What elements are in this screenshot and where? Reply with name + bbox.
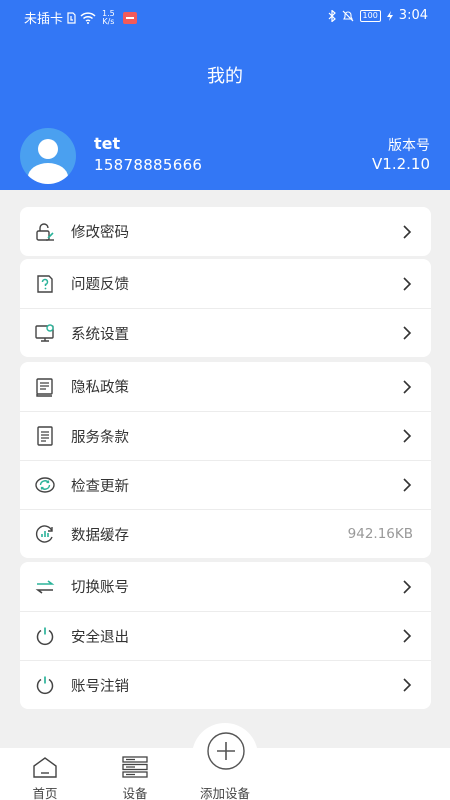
question-doc-icon: [34, 273, 56, 295]
menu-label: 切换账号: [71, 580, 129, 596]
bluetooth-icon: [328, 9, 336, 22]
menu-item-privacy[interactable]: 隐私政策: [20, 362, 431, 411]
add-device-label: 添加设备: [199, 786, 250, 800]
chevron-right-icon: [401, 276, 413, 291]
mute-icon: [342, 10, 353, 21]
chevron-right-icon: [401, 429, 413, 443]
tab-label: 首页: [32, 786, 58, 800]
book-icon: [34, 376, 56, 398]
version-value: V1.2.10: [372, 155, 430, 173]
menu-item-settings[interactable]: 系统设置: [20, 308, 431, 357]
profile-header: 未插卡 1.5 K/s 100 3:04 我的 tet 15878885666 …: [0, 0, 450, 190]
power-icon: [34, 674, 56, 696]
menu-label: 系统设置: [71, 326, 129, 343]
sim-icon: [67, 11, 76, 24]
username: tet: [94, 134, 121, 153]
chevron-right-icon: [401, 678, 413, 692]
network-speed: 1.5 K/s: [102, 8, 115, 26]
version-label: 版本号: [388, 138, 430, 154]
status-bar: 未插卡 1.5 K/s 100 3:04: [0, 0, 450, 32]
phone-number: 15878885666: [94, 156, 203, 174]
menu-item-update[interactable]: 检查更新: [20, 460, 431, 509]
menu-label: 账号注销: [71, 678, 129, 695]
menu-item-cache[interactable]: 数据缓存 942.16KB: [20, 509, 431, 558]
notification-badge-icon: [122, 11, 137, 24]
plus-circle-icon: [207, 732, 245, 770]
tab-devices[interactable]: 设备: [90, 748, 180, 800]
swap-arrows-icon: [34, 576, 56, 598]
refresh-icon: [34, 474, 56, 496]
menu-card-password: 修改密码: [20, 207, 431, 256]
chevron-right-icon: [401, 629, 413, 643]
chevron-right-icon: [401, 579, 413, 594]
battery-icon: 100: [359, 9, 381, 22]
menu-label: 安全退出: [71, 629, 129, 646]
menu-item-terms[interactable]: 服务条款: [20, 411, 431, 460]
menu-card-account: 切换账号 安全退出 账号注销: [20, 562, 431, 709]
menu-item-deactivate[interactable]: 账号注销: [20, 660, 431, 709]
menu-label: 修改密码: [71, 225, 129, 241]
menu-card-support: 问题反馈 系统设置: [20, 259, 431, 357]
cache-size-value: 942.16KB: [347, 526, 413, 542]
monitor-gear-icon: [34, 322, 56, 344]
avatar[interactable]: [20, 128, 76, 184]
menu-item-switch-account[interactable]: 切换账号: [20, 562, 431, 611]
server-icon: [122, 756, 148, 778]
chevron-right-icon: [401, 326, 413, 340]
menu-label: 数据缓存: [71, 527, 129, 544]
menu-item-feedback[interactable]: 问题反馈: [20, 259, 431, 308]
tab-home[interactable]: 首页: [0, 748, 90, 800]
wifi-icon: [80, 11, 96, 24]
menu-card-info: 隐私政策 服务条款 检查更新 数据缓存 942.16KB: [20, 362, 431, 558]
menu-label: 隐私政策: [71, 380, 129, 396]
chart-refresh-icon: [34, 523, 56, 545]
add-device-button[interactable]: [201, 731, 251, 771]
home-icon: [33, 757, 57, 778]
document-list-icon: [34, 425, 56, 447]
charging-icon: [386, 10, 393, 21]
menu-label: 服务条款: [71, 429, 129, 446]
user-avatar-icon: [28, 139, 68, 184]
clock-time: 3:04: [398, 8, 428, 23]
tab-label: 设备: [122, 786, 148, 800]
chevron-right-icon: [401, 379, 413, 394]
menu-item-password[interactable]: 修改密码: [20, 207, 431, 256]
menu-item-logout[interactable]: 安全退出: [20, 611, 431, 660]
page-title: 我的: [207, 66, 243, 87]
lock-edit-icon: [34, 221, 56, 243]
carrier-text: 未插卡: [24, 12, 64, 27]
menu-label: 问题反馈: [71, 277, 129, 293]
power-icon: [34, 625, 56, 647]
menu-label: 检查更新: [71, 478, 129, 495]
chevron-right-icon: [401, 224, 413, 239]
chevron-right-icon: [401, 478, 413, 492]
